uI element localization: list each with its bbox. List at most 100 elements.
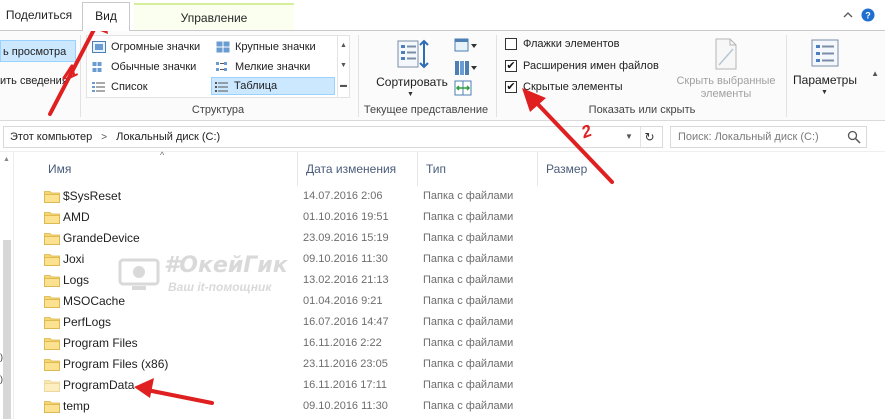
sort-by-label: Сортировать <box>376 75 448 89</box>
add-columns-button[interactable] <box>454 59 478 77</box>
file-name: MSOCache <box>63 294 126 308</box>
column-header-date[interactable]: Дата изменения <box>298 152 418 186</box>
column-header-size[interactable]: Размер <box>538 152 628 186</box>
layout-item-label: Мелкие значки <box>235 61 311 73</box>
file-date: 16.11.2016 2:22 <box>303 337 382 349</box>
folder-icon <box>44 338 60 350</box>
table-row[interactable]: PerfLogs 16.07.2016 14:47 Папка с файлами <box>40 312 600 333</box>
file-extensions-toggle[interactable]: ✔ Расширения имен файлов <box>505 57 659 75</box>
table-row[interactable]: GrandeDevice 23.09.2016 15:19 Папка с файл… <box>40 228 600 249</box>
layout-gallery-scroll[interactable]: ▲ ▼ ▬ <box>337 36 349 97</box>
tab-manage[interactable]: Управление <box>134 3 294 30</box>
layout-item-label: Список <box>111 81 148 93</box>
options-icon <box>811 39 839 67</box>
file-extensions-checkbox[interactable]: ✔ <box>505 60 517 72</box>
item-checkboxes-checkbox[interactable] <box>505 38 517 50</box>
tab-view[interactable]: Вид <box>82 2 130 31</box>
address-bar[interactable]: Этот компьютер > Локальный диск (C:) ▼ ↻ <box>3 126 663 148</box>
table-row[interactable]: $SysReset 14.07.2016 2:06 Папка с файлами <box>40 186 600 207</box>
layout-list[interactable]: Список <box>89 78 209 96</box>
layout-item-label: Обычные значки <box>111 61 197 73</box>
hidden-items-toggle[interactable]: ✔ Скрытые элементы <box>505 78 623 96</box>
sort-icon <box>397 39 429 69</box>
details-view-icon <box>215 81 229 93</box>
size-columns-button[interactable] <box>454 79 478 97</box>
gallery-up-icon[interactable]: ▲ <box>338 36 349 56</box>
ribbon-view: ь просмотра ить сведения Огромные значки… <box>0 30 885 121</box>
layout-small-icons[interactable]: Мелкие значки <box>213 58 335 76</box>
layout-large-icons[interactable]: Крупные значки <box>213 38 335 56</box>
search-input[interactable]: Поиск: Локальный диск (C:) <box>670 126 867 148</box>
file-name: ProgramData <box>63 378 135 392</box>
table-row[interactable]: Logs 13.02.2016 21:13 Папка с файлами <box>40 270 600 291</box>
folder-icon <box>44 359 60 371</box>
breadcrumb-this-pc[interactable]: Этот компьютер <box>10 131 92 143</box>
add-columns-icon <box>455 61 477 75</box>
file-date: 13.02.2016 21:13 <box>303 274 389 286</box>
chevron-down-icon: ▼ <box>407 91 414 98</box>
file-type: Папка с файлами <box>423 253 514 265</box>
column-header-name[interactable]: Имя <box>40 152 298 186</box>
layout-medium-icons[interactable]: Обычные значки <box>89 58 209 76</box>
folder-icon <box>44 380 60 392</box>
navigation-pane-scrollbar[interactable]: ▲ ) ) <box>0 152 14 419</box>
layout-details[interactable]: Таблица <box>211 77 335 95</box>
list-view-icon <box>92 81 106 93</box>
hidden-items-checkbox[interactable]: ✔ <box>505 81 517 93</box>
item-checkboxes-toggle[interactable]: Флажки элементов <box>505 35 619 53</box>
address-history-dropdown-icon[interactable]: ▼ <box>622 127 636 147</box>
help-icon[interactable]: ? <box>859 6 877 24</box>
file-date: 16.07.2016 14:47 <box>303 316 389 328</box>
navigation-pane-button[interactable]: ь просмотра <box>0 40 76 62</box>
file-type: Папка с файлами <box>423 400 514 412</box>
layout-item-label: Огромные значки <box>111 41 201 53</box>
medium-icons-icon <box>92 61 106 73</box>
refresh-icon[interactable]: ↻ <box>640 127 658 147</box>
tab-share[interactable]: Поделиться <box>0 0 78 30</box>
table-row[interactable]: Joxi 09.10.2016 11:30 Папка с файлами <box>40 249 600 270</box>
svg-text:?: ? <box>865 11 871 21</box>
search-icon[interactable] <box>847 130 861 144</box>
layout-item-label: Таблица <box>234 80 278 92</box>
file-type: Папка с файлами <box>423 316 514 328</box>
file-date: 14.07.2016 2:06 <box>303 190 383 202</box>
group-label-current-view: Текущее представление <box>363 104 489 116</box>
nav-tree-fragment: ) <box>0 352 3 362</box>
file-type: Папка с файлами <box>423 295 514 307</box>
options-button[interactable]: Параметры ▼ <box>792 35 858 99</box>
chevron-right-icon[interactable]: > <box>101 128 107 148</box>
chevron-up-icon[interactable] <box>839 6 857 24</box>
gallery-down-icon[interactable]: ▼ <box>338 56 349 76</box>
folder-icon <box>44 275 60 287</box>
hide-selected-button[interactable]: Скрыть выбранные элементы <box>670 35 782 100</box>
group-separator <box>496 35 497 117</box>
folder-icon <box>44 212 60 224</box>
file-name: PerfLogs <box>63 315 112 329</box>
file-type: Папка с файлами <box>423 358 514 370</box>
folder-icon <box>44 233 60 245</box>
scroll-up-icon[interactable]: ▲ <box>3 156 10 163</box>
scrollbar-thumb[interactable] <box>3 240 11 419</box>
ribbon-collapse-icon[interactable]: ▲ <box>871 69 879 78</box>
table-row[interactable]: AMD 01.10.2016 19:51 Папка с файлами <box>40 207 600 228</box>
breadcrumb-local-disk[interactable]: Локальный диск (C:) <box>116 131 220 143</box>
extra-large-icons-icon <box>92 41 106 53</box>
table-row[interactable]: ProgramData 16.11.2016 17:11 Папка с файла… <box>40 375 600 396</box>
table-row[interactable]: Program Files 16.11.2016 2:22 Папка с файл… <box>40 333 600 354</box>
small-icons-icon <box>216 61 230 73</box>
table-row[interactable]: temp 09.10.2016 11:30 Папка с файлами <box>40 396 600 417</box>
checkbox-label: Скрытые элементы <box>523 81 623 93</box>
layout-extra-large-icons[interactable]: Огромные значки <box>89 38 209 56</box>
file-date: 01.10.2016 19:51 <box>303 211 389 223</box>
table-row[interactable]: MSOCache 01.04.2016 9:21 Папка с файлами <box>40 291 600 312</box>
details-pane-button[interactable]: ить сведения <box>0 71 76 91</box>
folder-icon <box>44 296 60 308</box>
group-by-button[interactable] <box>454 37 478 55</box>
checkbox-label: Флажки элементов <box>523 38 620 50</box>
gallery-more-icon[interactable]: ▬ <box>338 76 349 96</box>
file-type: Папка с файлами <box>423 190 514 202</box>
table-row[interactable]: Program Files (x86) 23.11.2016 23:05 Папка… <box>40 354 600 375</box>
column-header-type[interactable]: Тип <box>418 152 538 186</box>
sort-by-button[interactable]: Сортировать ▼ <box>374 35 450 99</box>
group-separator <box>358 35 359 117</box>
